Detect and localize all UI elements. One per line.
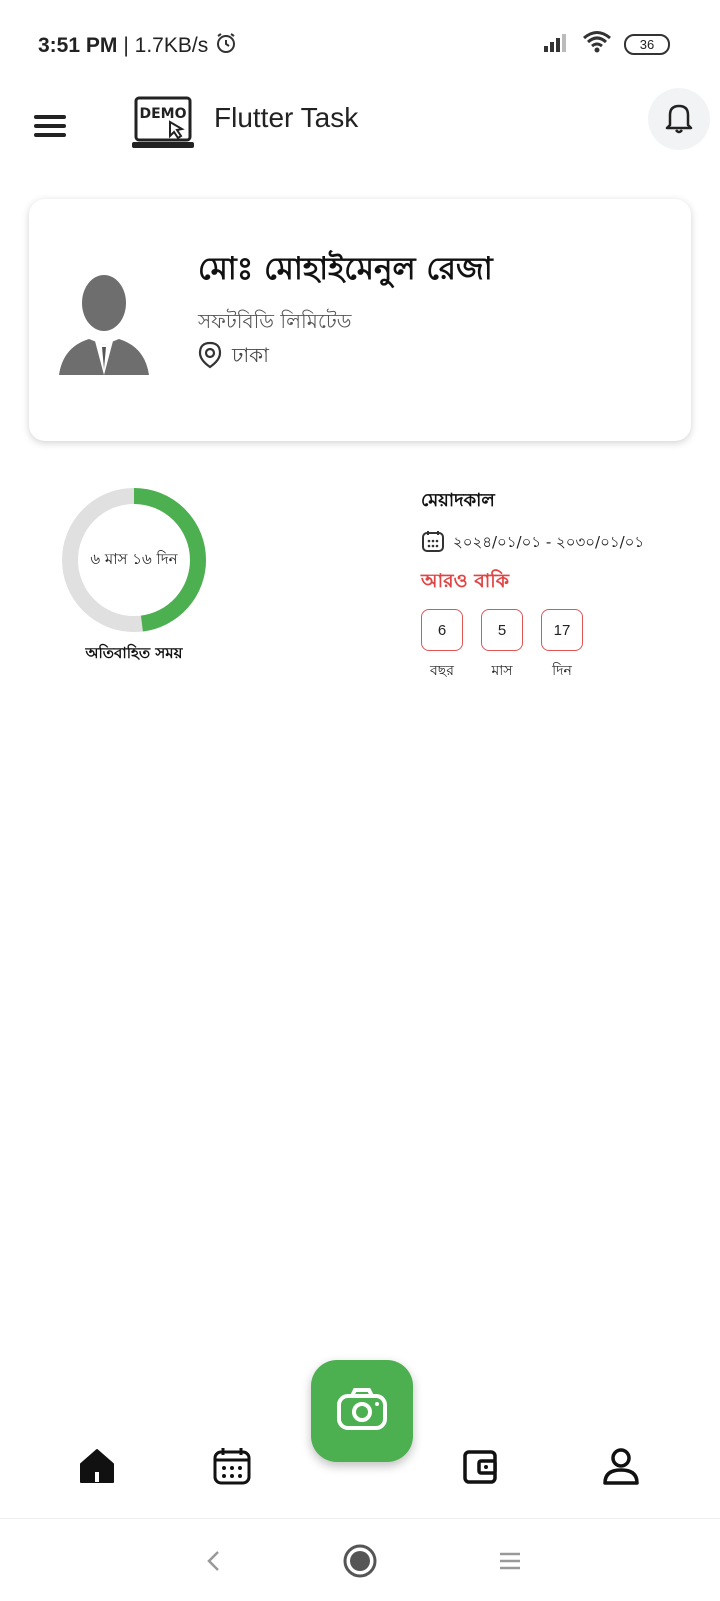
alarm-icon [214, 31, 238, 61]
remaining-title: আরও বাকি [421, 570, 510, 592]
count-months-value: 5 [481, 609, 523, 651]
validity-panel: মেয়াদকাল ২০২৪/০১/০১ - ২০৩০/০১/০১ আরও বা… [421, 486, 701, 683]
status-time: 3:51 PM [38, 34, 118, 57]
avatar [59, 269, 149, 375]
remaining-counts: 6 বছর 5 মাস 17 দিন [421, 609, 701, 683]
status-left: 3:51 PM | 1.7KB/s [38, 31, 238, 61]
count-years-value: 6 [421, 609, 463, 651]
wallet-icon [461, 1446, 501, 1491]
home-circle-icon[interactable] [340, 1541, 380, 1581]
elapsed-label: ৬ মাস ১৬ দিন [90, 549, 178, 568]
nav-calendar[interactable] [208, 1444, 256, 1492]
battery-icon: 36 [624, 34, 670, 55]
app-bar: DEMO Flutter Task [0, 88, 720, 168]
count-years: 6 বছর [421, 609, 463, 683]
validity-range-text: ২০২৪/০১/০১ - ২০৩০/০১/০১ [453, 532, 645, 551]
status-bar: 3:51 PM | 1.7KB/s 36 [0, 0, 720, 88]
elapsed-progress-ring: ৬ মাস ১৬ দিন [60, 486, 208, 634]
profile-name: মোঃ মোহাইমেনুল রেজা [198, 251, 493, 287]
count-days: 17 দিন [541, 609, 583, 683]
home-icon [77, 1446, 117, 1491]
nav-profile[interactable] [597, 1444, 645, 1492]
system-nav-bar [0, 1518, 720, 1601]
camera-icon [336, 1387, 388, 1436]
status-right: 36 [542, 30, 670, 59]
calendar-icon [212, 1446, 252, 1491]
network-speed: | 1.7KB/s [123, 34, 209, 57]
count-months-label: মাস [491, 663, 513, 679]
nav-home[interactable] [73, 1444, 121, 1492]
menu-icon[interactable] [30, 106, 70, 146]
recents-icon[interactable] [490, 1541, 530, 1581]
count-days-value: 17 [541, 609, 583, 651]
count-years-label: বছর [430, 663, 454, 679]
camera-button[interactable] [311, 1360, 413, 1462]
signal-icon [542, 32, 570, 57]
wifi-icon [582, 30, 612, 59]
validity-title: মেয়াদকাল [421, 490, 495, 511]
location-text: ঢাকা [232, 343, 269, 367]
back-icon[interactable] [194, 1541, 234, 1581]
logo-text: DEMO [139, 106, 186, 122]
count-days-label: দিন [552, 663, 572, 679]
bell-icon [661, 99, 697, 140]
profile-icon [601, 1446, 641, 1491]
demo-logo: DEMO [130, 94, 196, 154]
location-pin-icon [198, 341, 222, 374]
profile-company: সফটবিডি লিমিটেড [198, 309, 352, 333]
notification-button[interactable] [648, 88, 710, 150]
elapsed-caption: অতিবাহিত সময় [85, 644, 183, 662]
profile-card[interactable]: মোঃ মোহাইমেনুল রেজা সফটবিডি লিমিটেড ঢাকা [29, 199, 691, 441]
profile-location: ঢাকা [198, 341, 269, 374]
app-title: Flutter Task [214, 102, 359, 133]
validity-range: ২০২৪/০১/০১ - ২০৩০/০১/০১ [421, 529, 701, 557]
nav-wallet[interactable] [457, 1444, 505, 1492]
count-months: 5 মাস [481, 609, 523, 683]
calendar-icon [421, 529, 445, 557]
